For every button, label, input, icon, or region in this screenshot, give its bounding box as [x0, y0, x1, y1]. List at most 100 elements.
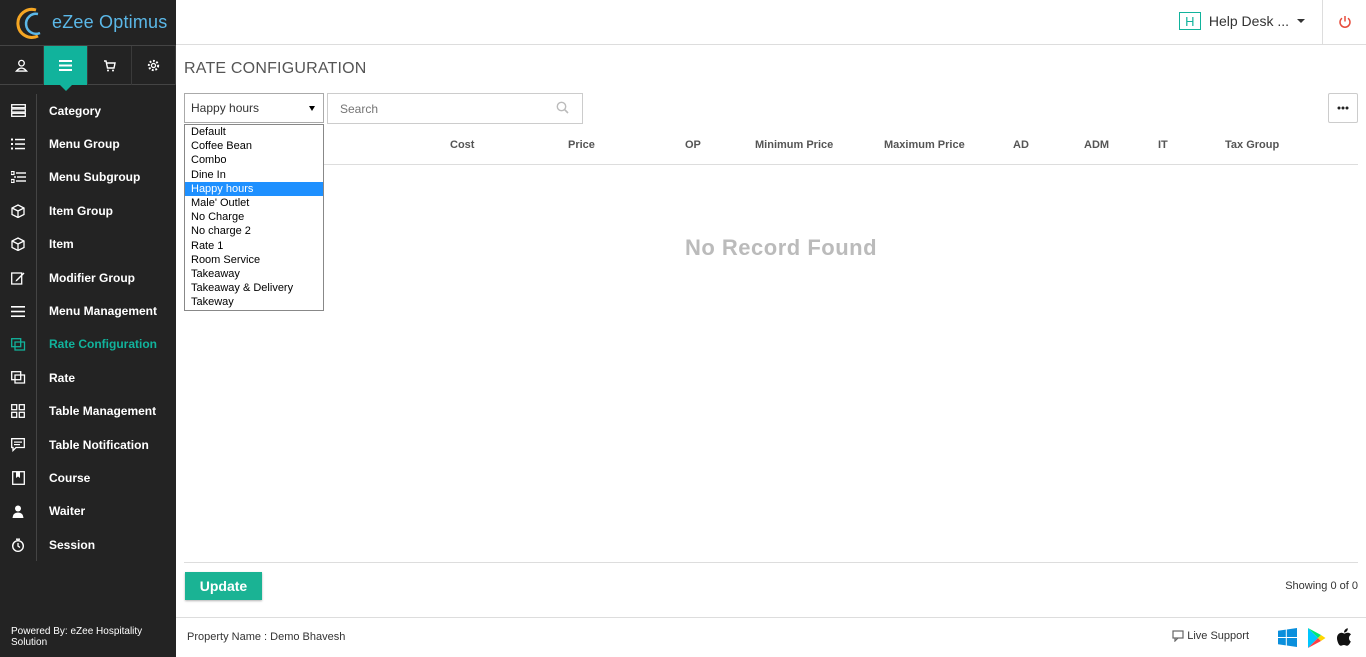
sidebar-item-label: Course: [36, 461, 176, 495]
dropdown-option[interactable]: Dine In: [185, 168, 323, 182]
sidebar-item-rate-configuration[interactable]: Rate Configuration: [0, 327, 176, 362]
box-icon: [0, 237, 36, 252]
dropdown-arrow-icon: [309, 106, 315, 111]
edit-icon: [0, 271, 36, 285]
empty-state: No Record Found: [684, 235, 878, 260]
dropdown-option[interactable]: Male' Outlet: [185, 196, 323, 210]
search-icon[interactable]: [556, 101, 569, 114]
tab-user[interactable]: [0, 46, 44, 85]
property-name: Property Name : Demo Bhavesh: [187, 631, 346, 643]
category-icon: [0, 104, 36, 118]
sidebar-item-label: Modifier Group: [36, 260, 176, 295]
sidebar-menu: Category Menu Group Menu Subgroup Item Grou…: [0, 94, 176, 562]
column-header[interactable]: Maximum Price: [884, 139, 965, 151]
logout-button[interactable]: [1322, 0, 1366, 44]
sidebar-item-table-notification[interactable]: Table Notification: [0, 427, 176, 462]
main-content: RATE CONFIGURATION Happy hours Cost Price…: [176, 45, 1366, 617]
sidebar-item-waiter[interactable]: Waiter: [0, 494, 176, 529]
tab-menu[interactable]: [44, 46, 88, 91]
dropdown-option[interactable]: Takeaway & Delivery: [185, 281, 323, 295]
column-header[interactable]: ADM: [1084, 139, 1109, 151]
sidebar-item-course[interactable]: Course: [0, 461, 176, 495]
dropdown-option[interactable]: Coffee Bean: [185, 139, 323, 153]
ezee-logo-icon: [14, 6, 48, 40]
tab-cart[interactable]: [88, 46, 132, 85]
live-support-link[interactable]: Live Support: [1172, 630, 1249, 642]
column-header[interactable]: IT: [1158, 139, 1168, 151]
dropdown-option[interactable]: Room Service: [185, 253, 323, 267]
footer: Property Name : Demo Bhavesh Live Suppor…: [176, 617, 1366, 657]
sidebar-item-label: Session: [36, 528, 176, 562]
update-button[interactable]: Update: [185, 572, 262, 600]
sidebar-item-item-group[interactable]: Item Group: [0, 194, 176, 228]
dropdown-option[interactable]: Combo: [185, 153, 323, 167]
sidebar-item-menu-group[interactable]: Menu Group: [0, 127, 176, 161]
column-header[interactable]: Tax Group: [1225, 139, 1279, 151]
sidebar-item-label: Rate: [36, 361, 176, 395]
user-icon: [15, 59, 28, 72]
sidebar-item-item[interactable]: Item: [0, 227, 176, 261]
sidebar-item-label: Item: [36, 227, 176, 261]
dropdown-option[interactable]: Rate 1: [185, 239, 323, 253]
chat-support-icon: [1172, 630, 1184, 642]
sidebar-item-table-management[interactable]: Table Management: [0, 394, 176, 428]
box-icon: [0, 204, 36, 218]
sublist-icon: [0, 171, 36, 184]
cart-icon: [104, 59, 116, 71]
brand[interactable]: eZee Optimus: [0, 0, 176, 45]
bookmark-icon: [0, 471, 36, 485]
app-store-links: [1278, 628, 1352, 648]
hamburger-icon: [0, 305, 36, 317]
sidebar-item-label: Menu Group: [36, 127, 176, 161]
page-title: RATE CONFIGURATION: [184, 60, 367, 77]
live-support-label: Live Support: [1187, 630, 1249, 642]
more-options-button[interactable]: [1328, 93, 1358, 123]
sidebar-item-label: Menu Subgroup: [36, 160, 176, 195]
sidebar-item-label: Waiter: [36, 494, 176, 529]
grid-icon: [0, 404, 36, 419]
sidebar-item-rate[interactable]: Rate: [0, 361, 176, 395]
column-header[interactable]: AD: [1013, 139, 1029, 151]
rate-select[interactable]: Happy hours: [184, 93, 324, 123]
google-play-icon[interactable]: [1307, 628, 1326, 648]
sidebar-item-label: Table Notification: [36, 427, 176, 462]
apple-icon[interactable]: [1336, 628, 1352, 647]
sidebar-item-label: Rate Configuration: [36, 327, 176, 362]
dropdown-option[interactable]: Default: [185, 125, 323, 139]
timer-icon: [0, 538, 36, 552]
list-icon: [0, 138, 36, 150]
rate-config-icon: [0, 337, 36, 351]
sidebar-tabs: [0, 45, 176, 91]
dropdown-option[interactable]: No charge 2: [185, 224, 323, 238]
power-icon: [1338, 16, 1351, 28]
sidebar-item-label: Category: [36, 94, 176, 128]
top-header: H Help Desk ...: [176, 0, 1366, 45]
column-header[interactable]: Price: [568, 139, 595, 151]
pagination-info: Showing 0 of 0: [1285, 580, 1358, 592]
ellipsis-icon: [1337, 106, 1349, 110]
table-header: Cost Price OP Minimum Price Maximum Price AD A…: [184, 131, 1358, 165]
column-header[interactable]: OP: [685, 139, 701, 151]
sidebar-item-label: Item Group: [36, 194, 176, 228]
dropdown-option[interactable]: Takeway: [185, 295, 323, 309]
column-header[interactable]: Cost: [450, 139, 474, 151]
hamburger-icon: [59, 60, 72, 71]
rate-select-value: Happy hours: [191, 101, 260, 115]
sidebar-item-menu-subgroup[interactable]: Menu Subgroup: [0, 160, 176, 195]
sidebar-item-menu-management[interactable]: Menu Management: [0, 294, 176, 328]
sidebar-item-category[interactable]: Category: [0, 94, 176, 128]
tab-settings[interactable]: [132, 46, 176, 85]
sidebar-item-session[interactable]: Session: [0, 528, 176, 562]
column-header[interactable]: Minimum Price: [755, 139, 833, 151]
dropdown-option[interactable]: Happy hours: [185, 181, 323, 196]
help-desk-menu[interactable]: H Help Desk ...: [1178, 12, 1305, 30]
sidebar-item-label: Table Management: [36, 394, 176, 428]
windows-icon[interactable]: [1278, 628, 1297, 647]
dropdown-option[interactable]: Takeaway: [185, 267, 323, 281]
search-input[interactable]: [327, 93, 583, 124]
powered-by: Powered By: eZee Hospitality Solution: [11, 626, 143, 648]
sidebar-item-modifier-group[interactable]: Modifier Group: [0, 260, 176, 295]
sidebar: eZee Optimus Category Menu Group Menu Subg…: [0, 0, 176, 657]
sidebar-item-label: Menu Management: [36, 294, 176, 328]
dropdown-option[interactable]: No Charge: [185, 210, 323, 224]
